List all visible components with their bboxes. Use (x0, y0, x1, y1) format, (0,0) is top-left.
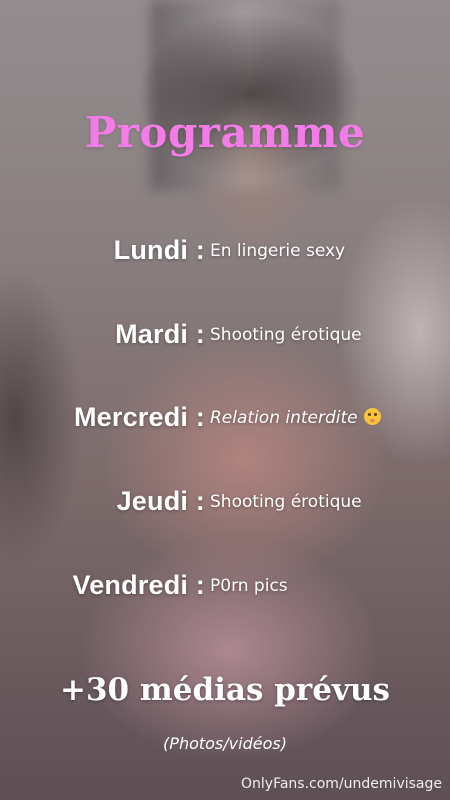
schedule-activity-text: Relation interdite (210, 408, 358, 428)
promo-subtitle: (Photos/vidéos) (163, 734, 287, 753)
background-wall (150, 0, 340, 190)
schedule-day: Jeudi : (116, 486, 205, 516)
schedule-activity: En lingerie sexy (210, 241, 346, 261)
schedule-activity: Relation interdite (210, 408, 381, 428)
schedule-day: Mardi : (115, 319, 205, 349)
schedule-activity: Shooting érotique (210, 492, 362, 512)
schedule-day: Lundi : (113, 235, 205, 265)
schedule-day: Mercredi : (73, 402, 205, 432)
schedule-day: Vendredi : (72, 570, 205, 600)
page-title: Programme (84, 108, 366, 157)
watermark: OnlyFans.com/undemivisage (241, 776, 442, 792)
shushing-face-icon (363, 408, 381, 425)
schedule-activity: Shooting érotique (210, 325, 362, 345)
schedule-activity: P0rn pics (210, 576, 288, 596)
promo-headline: +30 médias prévus (60, 672, 390, 708)
